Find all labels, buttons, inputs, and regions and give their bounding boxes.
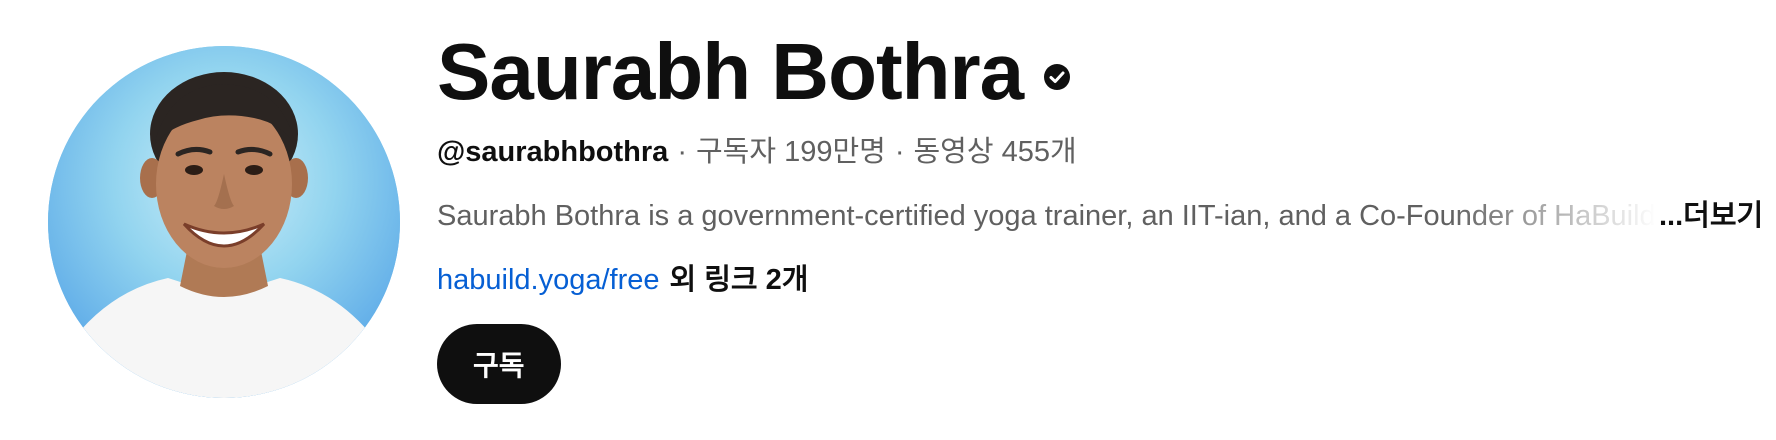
video-count: 동영상 455개 xyxy=(913,136,1077,168)
subscriber-count: 구독자 199만명 xyxy=(695,136,886,168)
subscribe-button[interactable]: 구독 xyxy=(437,324,561,404)
verified-check-icon xyxy=(1043,63,1071,91)
title-row: Saurabh Bothra xyxy=(437,24,1776,120)
meta-separator: · xyxy=(677,136,687,168)
avatar-portrait-image xyxy=(48,46,400,398)
channel-name: Saurabh Bothra xyxy=(437,27,1024,116)
channel-description[interactable]: Saurabh Bothra is a government-certified… xyxy=(437,196,1776,236)
channel-handle: @saurabhbothra xyxy=(437,136,669,168)
primary-link[interactable]: habuild.yoga/free xyxy=(437,260,660,300)
channel-avatar[interactable] xyxy=(48,46,400,398)
description-text: Saurabh Bothra is a government-certified… xyxy=(437,200,1656,232)
channel-links: habuild.yoga/free 외 링크 2개 xyxy=(437,260,1776,300)
more-button[interactable]: ...더보기 xyxy=(1659,196,1763,236)
channel-info: Saurabh Bothra @saurabhbothra · 구독자 199만… xyxy=(437,24,1776,404)
channel-header: Saurabh Bothra @saurabhbothra · 구독자 199만… xyxy=(0,0,1776,440)
meta-separator: · xyxy=(894,136,905,168)
other-links-button[interactable]: 외 링크 2개 xyxy=(670,260,809,300)
channel-meta: @saurabhbothra · 구독자 199만명 · 동영상 455개 xyxy=(437,132,1776,172)
